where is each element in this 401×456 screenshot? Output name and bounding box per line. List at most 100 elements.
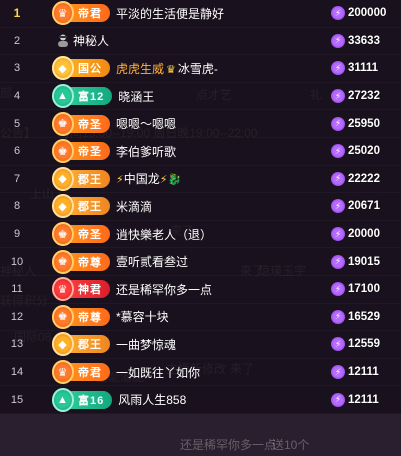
rank-number: 1 [13,6,21,21]
contribution-score: ⚡ 17100 [327,282,401,297]
lightning-bolt-icon: ⚡ [331,282,345,297]
rank-badge: ♚ 帝尊 [52,304,110,329]
leaderboard-row[interactable]: 11 ♛ 神君 还是稀罕你多一点 ⚡ 17100 [0,275,401,304]
score-value: 12111 [348,366,379,379]
user-name[interactable]: 一如既往丫如你 [116,364,327,381]
user-name[interactable]: 嗯嗯～嗯嗯 [116,115,327,132]
user-name[interactable]: *慕容十块 [116,308,327,325]
badge-emblem-icon: ♛ [52,277,74,302]
rank-badge: ◆ 郡王 [52,194,110,219]
leaderboard-row[interactable]: 13 ◆ 郡王 一曲梦惊魂 ⚡ 12559 [0,331,401,359]
leaderboard-row[interactable]: 2 神秘人 ⚡ 33633 [0,27,401,56]
badge-label: 帝圣 [78,229,102,242]
leaderboard-row[interactable]: 8 ◆ 郡王 米滴滴 ⚡ 20671 [0,193,401,221]
lightning-bolt-icon: ⚡ [331,171,345,186]
rank-number: 6 [13,145,21,158]
user-name-text: *慕容十块 [116,310,169,325]
rank-badge: ♛ 帝君 [52,1,110,26]
rank-badge: ♚ 帝尊 [52,249,110,274]
leaderboard-row[interactable]: 9 ♚ 帝圣 逍快樂老人（退） ⚡ 20000 [0,220,401,249]
leaderboard-row[interactable]: 1 ♛ 帝君 平淡的生活便是静好 ⚡ 200000 [0,0,401,28]
rank-number: 3 [13,62,21,75]
badge-emblem-icon: ♛ [52,1,74,26]
score-value: 19015 [348,255,380,268]
badge-label: 神君 [78,284,102,297]
contribution-score: ⚡ 33633 [327,33,401,48]
badge-emblem-icon: ♚ [52,249,74,274]
rank-badge: ♛ 神君 [52,277,110,302]
contribution-score: ⚡ 12559 [327,337,401,352]
user-name[interactable]: ⚡中国龙⚡🐉 [116,170,327,187]
contribution-score: ⚡ 31111 [327,61,401,76]
rank-badge: ♚ 帝圣 [52,111,110,136]
user-name-text: 米滴滴 [116,199,153,214]
rank-badge: ◆ 郡王 [52,332,110,357]
user-name[interactable]: 逍快樂老人（退） [116,226,327,243]
leaderboard-list: 1 ♛ 帝君 平淡的生活便是静好 ⚡ 200000 2 神秘人 ⚡ 33633 3 ◆ 国公 虎虎生威 ♛ 冰… [0,0,401,414]
leaderboard-row[interactable]: 5 ♚ 帝圣 嗯嗯～嗯嗯 ⚡ 25950 [0,110,401,138]
score-value: 17100 [348,283,380,296]
user-name[interactable]: 壹听贰看叁过 [116,253,327,270]
lightning-bolt-icon: ⚡ [331,309,345,324]
badge-emblem-icon: ◆ [52,166,74,191]
rank-number: 12 [10,310,24,323]
rank-badge: ▲ 富12 [52,84,113,109]
badge-label: 国公 [78,63,102,76]
leaderboard-row[interactable]: 6 ♚ 帝圣 李伯爹听歌 ⚡ 25020 [0,137,401,166]
rank-number: 8 [13,200,21,213]
ghost-text: 送10个 [272,438,310,452]
score-value: 33633 [348,34,380,47]
rank-badge: ▲ 富16 [52,387,113,412]
lightning-bolt-icon: ⚡ [331,392,345,407]
user-name[interactable]: 一曲梦惊魂 [116,336,327,353]
lightning-deco-icon: ⚡ [116,174,124,187]
user-name-text: 晓涵王 [118,89,155,104]
leaderboard-row[interactable]: 12 ♚ 帝尊 *慕容十块 ⚡ 16529 [0,303,401,332]
lightning-bolt-icon: ⚡ [331,337,345,352]
user-name[interactable]: 李伯爹听歌 [116,143,327,160]
rank-number: 5 [13,117,21,130]
score-value: 31111 [348,62,379,75]
user-name[interactable]: 晓涵王 [118,88,327,105]
leaderboard-row[interactable]: 4 ▲ 富12 晓涵王 ⚡ 27232 [0,82,401,111]
user-name[interactable]: 米滴滴 [116,198,327,215]
badge-label: 帝君 [78,8,102,21]
rank-number: 11 [11,283,23,296]
lightning-bolt-icon: ⚡ [331,6,345,21]
user-name[interactable]: 平淡的生活便是静好 [116,5,327,22]
badge-label: 帝尊 [78,256,102,269]
rank-number: 7 [13,172,21,185]
leaderboard-row[interactable]: 15 ▲ 富16 风雨人生858 ⚡ 12111 [0,386,401,414]
leaderboard-row[interactable]: 10 ♚ 帝尊 壹听贰看叁过 ⚡ 19015 [0,248,401,276]
rank-number: 15 [10,393,24,406]
rank-number: 14 [10,366,24,379]
contribution-score: ⚡ 200000 [327,6,401,21]
rank-number: 4 [13,90,21,103]
user-name[interactable]: 虎虎生威 ♛ 冰雪虎- [116,60,327,77]
user-name-text: 李伯爹听歌 [116,144,177,159]
lightning-bolt-icon: ⚡ [331,227,345,242]
user-name[interactable]: 神秘人 [56,32,327,49]
badge-emblem-icon: ♚ [52,111,74,136]
user-name-text: 神秘人 [73,34,110,49]
badge-emblem-icon: ◆ [52,56,74,81]
badge-label: 帝尊 [78,311,102,324]
score-value: 20000 [348,228,380,241]
user-name-text: 壹听贰看叁过 [116,255,189,270]
leaderboard-row[interactable]: 3 ◆ 国公 虎虎生威 ♛ 冰雪虎- ⚡ 31111 [0,55,401,83]
contribution-score: ⚡ 22222 [327,171,401,186]
contribution-score: ⚡ 27232 [327,89,401,104]
lightning-bolt-icon: ⚡ [331,144,345,159]
leaderboard-row[interactable]: 7 ◆ 郡王 ⚡中国龙⚡🐉 ⚡ 22222 [0,165,401,194]
user-name-text: 一曲梦惊魂 [116,337,177,352]
user-name-text: 还是稀罕你多一点 [116,282,213,297]
badge-emblem-icon: ◆ [52,332,74,357]
rank-badge: ◆ 国公 [52,56,110,81]
lightning-bolt-icon: ⚡ [331,116,345,131]
user-name[interactable]: 还是稀罕你多一点 [116,281,327,298]
contribution-score: ⚡ 20671 [327,199,401,214]
user-name-suffix: 冰雪虎- [177,61,218,76]
user-name[interactable]: 风雨人生858 [118,391,327,408]
lightning-bolt-icon: ⚡ [331,33,345,48]
leaderboard-row[interactable]: 14 ♛ 帝君 一如既往丫如你 ⚡ 12111 [0,358,401,387]
